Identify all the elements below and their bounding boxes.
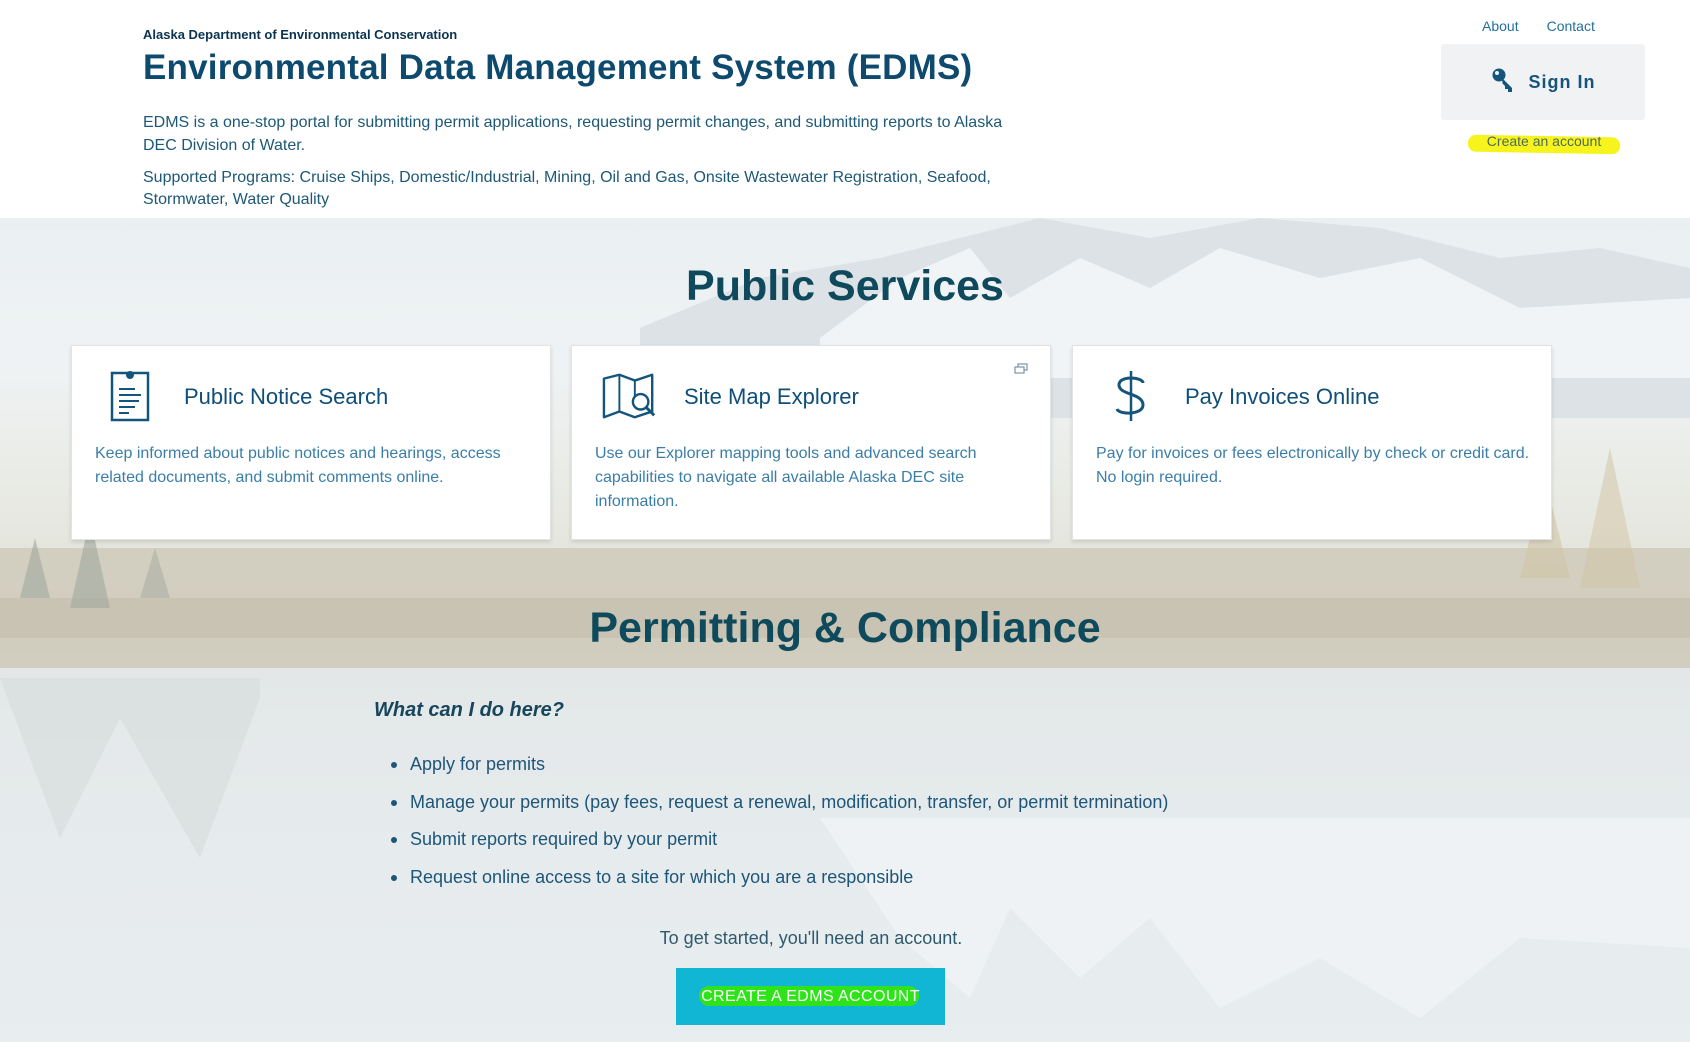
list-item: Submit reports required by your permit — [390, 821, 1168, 859]
document-list-icon — [102, 368, 158, 424]
get-started-text: To get started, you'll need an account. — [659, 928, 963, 948]
list-item: Request online access to a site for whic… — [390, 859, 1168, 897]
what-can-i-do-heading: What can I do here? — [374, 699, 565, 721]
permitting-compliance-heading: Permitting & Compliance — [589, 604, 1101, 652]
card-description: Pay for invoices or fees electronically … — [1096, 445, 1530, 486]
create-account-label: Create an account — [1486, 133, 1602, 149]
card-title: Pay Invoices Online — [1185, 384, 1380, 409]
sign-in-button[interactable]: Sign In — [1441, 44, 1645, 120]
contact-link[interactable]: Contact — [1547, 18, 1595, 34]
intro-text: EDMS is a one-stop portal for submitting… — [143, 114, 1003, 154]
pay-invoices-online-card[interactable]: Pay Invoices Online Pay for invoices or … — [1072, 345, 1552, 540]
key-icon — [1491, 67, 1515, 98]
page-title: Environmental Data Management System (ED… — [143, 48, 973, 87]
card-description: Use our Explorer mapping tools and advan… — [595, 445, 977, 510]
site-header: Alaska Department of Environmental Conse… — [0, 0, 1690, 218]
card-description: Keep informed about public notices and h… — [95, 445, 501, 486]
about-link[interactable]: About — [1482, 18, 1519, 34]
capabilities-list: Apply for permits Manage your permits (p… — [390, 746, 1168, 896]
organization-name: Alaska Department of Environmental Conse… — [143, 27, 458, 42]
site-map-explorer-card[interactable]: Site Map Explorer Use our Explorer mappi… — [571, 345, 1051, 540]
public-services-heading: Public Services — [686, 262, 1004, 310]
supported-programs-text: Supported Programs: Cruise Ships, Domest… — [143, 169, 991, 208]
card-title: Public Notice Search — [184, 384, 389, 409]
create-edms-account-button[interactable]: CREATE A EDMS ACCOUNT — [676, 968, 945, 1025]
sign-in-label: Sign In — [1528, 71, 1596, 92]
card-title: Site Map Explorer — [684, 384, 859, 409]
list-item: Manage your permits (pay fees, request a… — [390, 784, 1168, 822]
dollar-icon — [1103, 368, 1159, 424]
map-search-icon — [602, 368, 658, 424]
list-item: Apply for permits — [390, 746, 1168, 784]
top-nav: About Contact — [1482, 18, 1595, 34]
cta-label: CREATE A EDMS ACCOUNT — [701, 987, 920, 1005]
external-window-icon — [1014, 362, 1028, 380]
public-notice-search-card[interactable]: Public Notice Search Keep informed about… — [71, 345, 551, 540]
create-account-link[interactable]: Create an account — [1467, 133, 1621, 155]
